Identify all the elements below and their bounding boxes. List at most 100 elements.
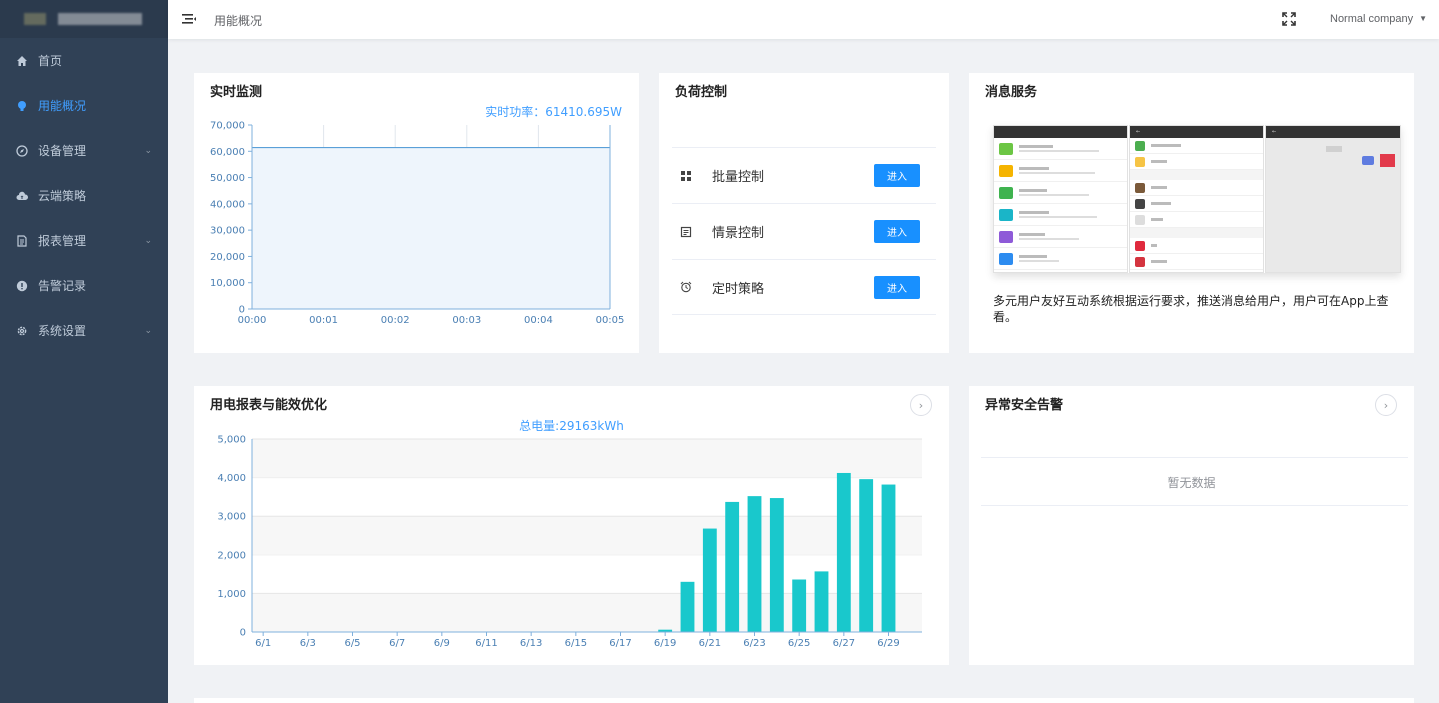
report-bar-chart: 0 1,000 2,000 3,000 4,000 5,000 6/1 6/3 6/5 6/7 6/… <box>217 435 922 649</box>
bar <box>836 472 851 632</box>
x-tick-label: 6/23 <box>743 638 765 649</box>
top-header: 用能概况 Normal company ▼ <box>168 0 1439 39</box>
bar <box>747 496 762 632</box>
area-fill <box>252 147 610 309</box>
x-tick-label: 6/1 <box>255 638 271 649</box>
enter-button[interactable]: 进入 <box>874 275 920 299</box>
load-control-label: 批量控制 <box>712 170 765 185</box>
x-tick-label: 00:05 <box>596 315 625 326</box>
sidebar-item[interactable]: 云端策略 <box>0 173 168 218</box>
y-tick-label: 40,000 <box>210 199 245 210</box>
message-description: 多元用户友好互动系统根据运行要求，推送消息给用户，用户可在App上查看。 <box>993 294 1389 324</box>
x-tick-label: 6/13 <box>520 638 542 649</box>
load-control-label: 定时策略 <box>712 281 765 297</box>
sidebar-item[interactable]: 设备管理 ⌄ <box>0 128 168 173</box>
y-tick-label: 10,000 <box>210 278 245 289</box>
gear-icon <box>16 325 28 337</box>
sidebar-item-label: 系统设置 <box>38 324 87 338</box>
realtime-chart: 0 10,000 20,000 30,000 40,000 50,000 60,000 70,… <box>210 121 625 327</box>
y-tick-label: 1,000 <box>217 589 246 600</box>
company-dropdown[interactable]: Normal company ▼ <box>1330 13 1427 25</box>
y-tick-label: 0 <box>239 305 245 316</box>
alarm-card: 异常安全告警 › 暂无数据 <box>969 386 1414 665</box>
load-control-row: 批量控制 进入 <box>672 147 936 203</box>
chevron-down-icon: ⌄ <box>144 325 152 336</box>
y-tick-label: 20,000 <box>210 252 245 263</box>
chevron-right-icon: › <box>1383 398 1389 412</box>
x-tick-label: 6/7 <box>389 638 405 649</box>
sidebar-item[interactable]: 首页 <box>0 38 168 83</box>
divider <box>981 505 1408 506</box>
alert-icon <box>16 280 28 292</box>
bar <box>881 484 896 632</box>
x-tick-label: 6/21 <box>699 638 721 649</box>
y-tick-label: 4,000 <box>217 473 246 484</box>
x-tick-label: 00:01 <box>309 315 338 326</box>
sidebar-item[interactable]: 告警记录 <box>0 263 168 308</box>
x-tick-label: 6/25 <box>788 638 810 649</box>
company-name: Normal company <box>1330 13 1414 25</box>
x-tick-label: 6/27 <box>833 638 855 649</box>
bar <box>680 581 695 632</box>
realtime-monitor-card: 实时监测 实时功率：61410.695W 0 10,000 20,000 30,000… <box>194 73 639 353</box>
alarm-clock-icon <box>680 281 692 293</box>
x-tick-label: 00:03 <box>452 315 481 326</box>
grid-band <box>252 439 922 478</box>
card-title: 异常安全告警 <box>985 398 1064 413</box>
card-title: 负荷控制 <box>675 85 728 100</box>
y-tick-label: 60,000 <box>210 147 245 158</box>
alarm-next-button[interactable]: › <box>1375 394 1397 416</box>
y-tick-label: 70,000 <box>210 121 245 132</box>
x-tick-label: 6/15 <box>565 638 587 649</box>
fullscreen-icon[interactable] <box>1281 11 1297 27</box>
load-control-label: 情景控制 <box>712 226 765 241</box>
x-tick-label: 6/11 <box>475 638 497 649</box>
scene-icon <box>680 226 692 238</box>
sidebar-menu: 首页 用能概况设备管理 ⌄ 云端策略报表管理 ⌄ 告警记录系统设置 ⌄ <box>0 38 168 353</box>
chevron-down-icon: ⌄ <box>144 145 152 156</box>
sidebar-item-label: 告警记录 <box>38 279 87 293</box>
hamburger-icon[interactable] <box>182 12 196 26</box>
load-control-card: 负荷控制 批量控制 进入 情景控制 进入 定时策略 进入 <box>659 73 949 353</box>
enter-button[interactable]: 进入 <box>874 220 920 243</box>
compass-icon <box>16 144 28 157</box>
x-tick-label: 6/9 <box>434 638 450 649</box>
bottom-card-edge <box>194 698 1414 703</box>
sidebar: 首页 用能概况设备管理 ⌄ 云端策略报表管理 ⌄ 告警记录系统设置 ⌄ <box>0 0 168 703</box>
x-tick-label: 6/29 <box>877 638 899 649</box>
y-tick-label: 5,000 <box>217 435 246 446</box>
empty-placeholder: 暂无数据 <box>1167 476 1216 490</box>
bar <box>769 498 784 632</box>
phone-screen-contacts: ← <box>1129 125 1264 273</box>
bar <box>792 579 807 632</box>
sidebar-item[interactable]: 报表管理 ⌄ <box>0 218 168 263</box>
sidebar-item-label: 云端策略 <box>38 189 87 203</box>
x-tick-label: 6/3 <box>300 638 316 649</box>
logo-text <box>58 13 142 25</box>
breadcrumb: 用能概况 <box>214 14 263 28</box>
y-tick-label: 3,000 <box>217 512 246 523</box>
x-tick-label: 6/19 <box>654 638 676 649</box>
phone-statusbar: ← <box>1130 126 1263 138</box>
home-icon <box>16 55 28 67</box>
enter-button[interactable]: 进入 <box>874 164 920 187</box>
logo <box>0 0 168 38</box>
bar <box>725 501 740 632</box>
phone-statusbar: ← <box>1266 126 1400 138</box>
app-screenshot: ← ← <box>993 125 1401 273</box>
logo-mark <box>24 13 46 25</box>
card-title: 消息服务 <box>985 85 1038 100</box>
sidebar-item[interactable]: 系统设置 ⌄ <box>0 308 168 353</box>
sidebar-item-label: 设备管理 <box>38 144 87 158</box>
phone-screen-list <box>993 125 1128 273</box>
report-card: 用电报表与能效优化 › 总电量:29163kWh 0 1,000 2,000 3,00… <box>194 386 949 665</box>
cloud-upload-icon <box>16 190 28 202</box>
bar <box>702 528 717 632</box>
bar <box>859 479 874 632</box>
phone-screen-chat: ← <box>1265 125 1401 273</box>
sidebar-item[interactable]: 用能概况 <box>0 83 168 128</box>
y-tick-label: 2,000 <box>217 550 246 561</box>
caret-down-icon: ▼ <box>1419 14 1428 23</box>
x-tick-label: 00:04 <box>524 315 553 326</box>
bar <box>814 571 829 632</box>
